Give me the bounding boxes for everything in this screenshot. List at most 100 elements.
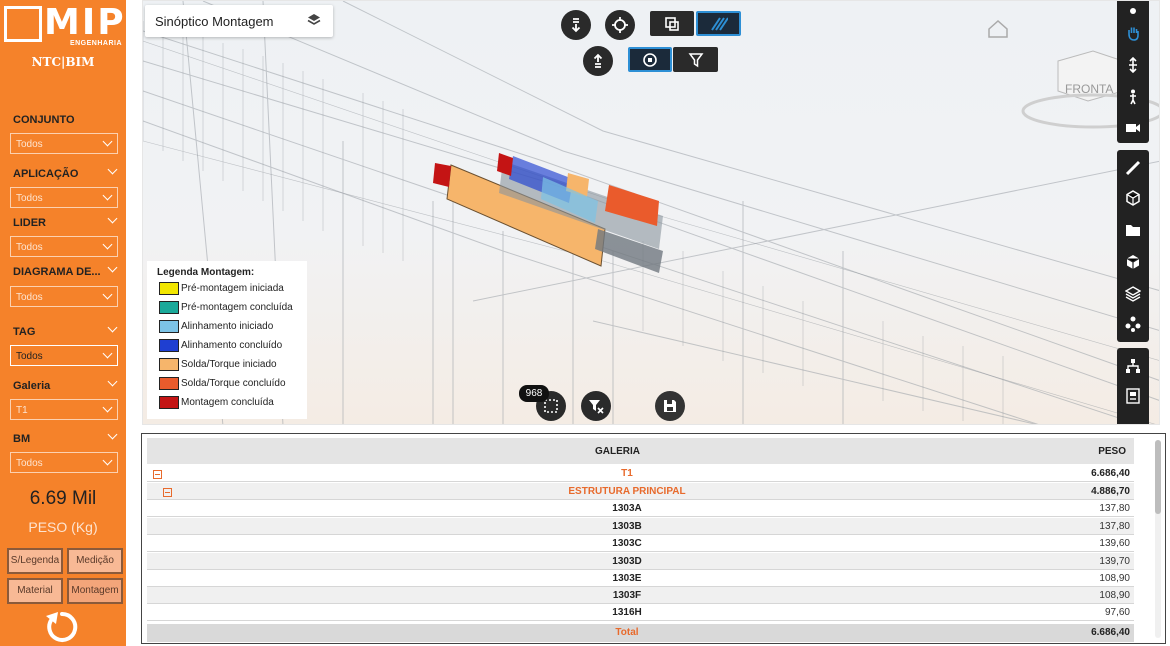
chevron-down-icon: [102, 136, 113, 147]
column-header-galeria[interactable]: GALERIA: [595, 446, 640, 457]
row-name: 1316H: [612, 607, 642, 618]
filter-label-tag: TAG: [13, 326, 36, 338]
properties-icon[interactable]: [1125, 388, 1141, 404]
table-row[interactable]: 1303D 139,70: [147, 553, 1134, 570]
mode-button-montagem[interactable]: Montagem: [67, 578, 123, 604]
filter-label-conjunto: CONJUNTO: [13, 114, 75, 126]
crosshair-icon: [612, 17, 628, 33]
chevron-down-icon[interactable]: [107, 262, 118, 273]
legend-item: Alinhamento iniciado: [157, 320, 297, 339]
scrollbar-thumb[interactable]: [1155, 440, 1161, 514]
table-row[interactable]: 1316H 97,60: [147, 604, 1134, 621]
table-row[interactable]: 1303C 139,60: [147, 535, 1134, 552]
filter-select-aplicacao[interactable]: Todos: [10, 187, 118, 208]
pan-hand-icon[interactable]: [1125, 25, 1141, 41]
row-peso: 139,70: [1099, 556, 1130, 567]
legend-label: Pré-montagem iniciada: [181, 283, 284, 294]
walk-person-icon[interactable]: [1125, 89, 1141, 105]
filter-button[interactable]: [673, 47, 718, 72]
select-mode-toggle[interactable]: [628, 47, 672, 72]
model-tree-icon[interactable]: [1125, 358, 1141, 374]
filter-label-aplicacao: APLICAÇÃO: [13, 168, 79, 180]
settings-molecule-icon[interactable]: [1125, 316, 1141, 332]
tools-toolbar: [1117, 150, 1149, 342]
filter-label-galeria: Galeria: [13, 380, 51, 392]
legend-title: Legenda Montagem:: [157, 267, 255, 278]
filter-select-lider[interactable]: Todos: [10, 236, 118, 257]
table-row-group[interactable]: T1 6.686,40: [147, 465, 1134, 482]
focus-target-button[interactable]: [605, 10, 635, 40]
folder-icon[interactable]: [1125, 222, 1141, 238]
chevron-down-icon[interactable]: [107, 429, 118, 440]
isolate-button[interactable]: [650, 11, 694, 36]
row-name: 1303B: [612, 521, 642, 532]
total-peso: 6.686,40: [1091, 627, 1130, 638]
viewer-title: Sinóptico Montagem: [155, 14, 274, 29]
layers-stack-icon[interactable]: [1125, 286, 1141, 302]
legend-swatch: [159, 301, 179, 314]
explode-cube-icon[interactable]: [1125, 254, 1141, 270]
row-name: 1303E: [612, 573, 642, 584]
expand-up-button[interactable]: [583, 46, 613, 76]
filter-select-tag[interactable]: Todos: [10, 345, 118, 366]
home-icon[interactable]: [988, 19, 1008, 38]
table-row[interactable]: 1303B 137,80: [147, 518, 1134, 535]
table-header: GALERIA PESO: [147, 438, 1134, 464]
chevron-down-icon[interactable]: [107, 164, 118, 175]
table-scrollbar[interactable]: [1155, 440, 1161, 638]
measure-ruler-icon[interactable]: [1125, 160, 1141, 176]
mode-button-medicao[interactable]: Medição: [67, 548, 123, 574]
legend-label: Montagem concluída: [181, 397, 274, 408]
total-label: Total: [615, 627, 639, 638]
collapse-down-button[interactable]: [561, 10, 591, 40]
table-row[interactable]: 1303F 108,90: [147, 587, 1134, 604]
row-name: 1303D: [612, 556, 642, 567]
chevron-down-icon: [102, 455, 113, 466]
tagline: NTC|BIM: [31, 55, 95, 69]
legend-label: Pré-montagem concluída: [181, 302, 293, 313]
filter-select-galeria[interactable]: T1: [10, 399, 118, 420]
layers-icon[interactable]: [307, 13, 321, 27]
legend-label: Solda/Torque concluído: [181, 378, 286, 389]
table-row[interactable]: 1303E 108,90: [147, 570, 1134, 587]
logo-mark: [4, 6, 42, 42]
chevron-down-icon[interactable]: [107, 322, 118, 333]
row-peso: 108,90: [1099, 573, 1130, 584]
table-row[interactable]: 1303A 137,80: [147, 500, 1134, 517]
row-peso: 108,90: [1099, 590, 1130, 601]
filter-value: Todos: [16, 139, 43, 150]
filter-value: Todos: [16, 193, 43, 204]
legend-swatch: [159, 396, 179, 409]
row-name: ESTRUTURA PRINCIPAL: [568, 486, 686, 497]
arrow-up-lines-icon: [593, 53, 603, 68]
kpi-peso-label: PESO (Kg): [28, 519, 98, 535]
filter-select-conjunto[interactable]: Todos: [10, 133, 118, 154]
legend-item: Pré-montagem iniciada: [157, 282, 297, 301]
chevron-down-icon[interactable]: [107, 376, 118, 387]
filter-value: Todos: [16, 351, 43, 362]
arrow-down-lines-icon: [571, 18, 581, 33]
chevron-down-icon[interactable]: [107, 213, 118, 224]
zoom-icon[interactable]: [1125, 57, 1141, 73]
viewer-title-panel: Sinóptico Montagem: [145, 5, 333, 37]
camera-icon[interactable]: [1125, 119, 1141, 135]
ghosting-toggle[interactable]: [696, 11, 741, 36]
table-row-subgroup[interactable]: ESTRUTURA PRINCIPAL 4.886,70: [147, 483, 1134, 500]
row-name: T1: [621, 468, 633, 479]
orbit-icon[interactable]: [1125, 3, 1141, 19]
filter-select-diagrama[interactable]: Todos: [10, 286, 118, 307]
model-viewer[interactable]: FRONTA Sinóptico Montagem Legenda Montag…: [142, 0, 1160, 425]
save-view-button[interactable]: [655, 391, 685, 421]
reset-icon[interactable]: [44, 610, 80, 644]
filter-select-bm[interactable]: Todos: [10, 452, 118, 473]
filter-label-lider: LIDER: [13, 217, 46, 229]
table-total-row: Total 6.686,40: [147, 624, 1134, 642]
clear-filter-button[interactable]: [581, 391, 611, 421]
mode-button-material[interactable]: Material: [7, 578, 63, 604]
filter-value: Todos: [16, 292, 43, 303]
legend-item: Solda/Torque concluído: [157, 377, 297, 396]
section-box-icon[interactable]: [1125, 190, 1141, 206]
column-header-peso[interactable]: PESO: [1098, 446, 1126, 457]
mode-button-sem-legenda[interactable]: S/Legenda: [7, 548, 63, 574]
chevron-down-icon: [102, 348, 113, 359]
